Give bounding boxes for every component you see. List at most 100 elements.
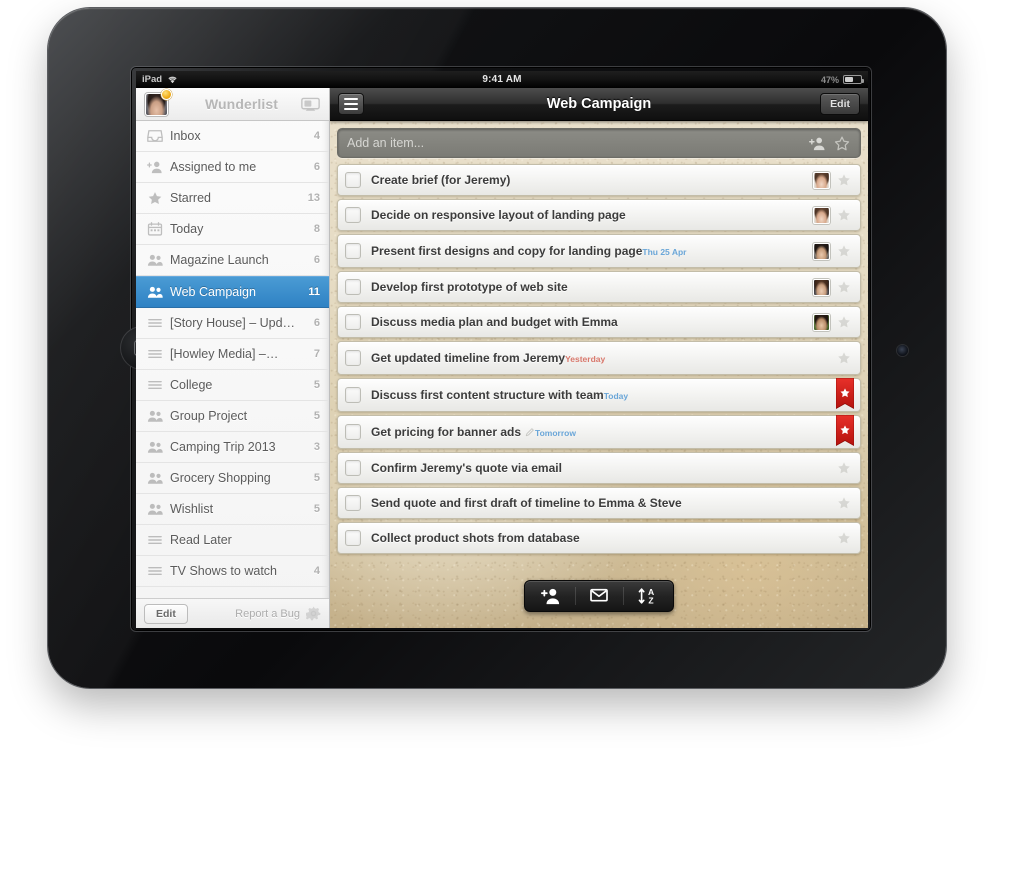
email-list-button[interactable]: [575, 584, 623, 608]
task-assignee-avatar[interactable]: [813, 171, 830, 189]
add-person-icon[interactable]: [809, 136, 826, 151]
task-checkbox[interactable]: [345, 314, 361, 330]
task-title: Get pricing for banner ads: [371, 425, 535, 439]
app-root: Wunderlist Inbox 4 Assigned to me 6 Starred 1…: [136, 88, 868, 628]
add-item-input[interactable]: [347, 136, 801, 150]
task-body: Create brief (for Jeremy): [371, 171, 813, 189]
sidebar-item-count: 8: [313, 223, 320, 235]
sort-button[interactable]: A Z: [623, 584, 671, 608]
share-list-button[interactable]: [527, 584, 575, 608]
edit-button[interactable]: Edit: [820, 93, 860, 115]
star-icon[interactable]: [837, 315, 851, 329]
task-title: Create brief (for Jeremy): [371, 173, 510, 187]
sidebar-item-count: 7: [313, 348, 320, 360]
task-row[interactable]: Develop first prototype of web site: [337, 271, 861, 303]
task-checkbox[interactable]: [345, 530, 361, 546]
sidebar-item-read-later[interactable]: Read Later: [136, 525, 329, 556]
main-panel: Web Campaign Edit Add an item... Create …: [330, 88, 868, 628]
sidebar-item-camping-trip-2013[interactable]: Camping Trip 2013 3: [136, 432, 329, 463]
star-icon[interactable]: [837, 280, 851, 294]
sidebar-item-count: 13: [307, 192, 320, 204]
task-row[interactable]: Present first designs and copy for landi…: [337, 234, 861, 268]
star-icon[interactable]: [837, 208, 851, 222]
sidebar-item-magazine-launch[interactable]: Magazine Launch 6: [136, 245, 329, 276]
sidebar-item-grocery-shopping[interactable]: Grocery Shopping 5: [136, 463, 329, 494]
star-icon[interactable]: [837, 496, 851, 510]
task-assignee-avatar[interactable]: [813, 278, 830, 296]
sidebar-item-college[interactable]: College 5: [136, 370, 329, 401]
task-row[interactable]: Discuss first content structure with tea…: [337, 377, 861, 414]
people-icon: [147, 253, 163, 267]
task-star-ribbon[interactable]: [835, 414, 855, 451]
star-icon: [147, 191, 163, 205]
task-title: Discuss media plan and budget with Emma: [371, 315, 618, 329]
sidebar-item-label: Assigned to me: [170, 160, 257, 174]
sidebar-edit-button[interactable]: Edit: [144, 603, 188, 624]
task-title-text: Get updated timeline from Jeremy: [371, 351, 566, 366]
star-icon[interactable]: [834, 135, 851, 151]
task-assignee-avatar[interactable]: [813, 242, 830, 260]
people-icon: [147, 409, 163, 423]
task-row[interactable]: Get updated timeline from JeremyYesterda…: [337, 341, 861, 375]
task-row[interactable]: Create brief (for Jeremy): [337, 164, 861, 196]
task-title-text: Decide on responsive layout of landing p…: [371, 208, 626, 223]
task-checkbox[interactable]: [345, 387, 361, 403]
task-checkbox[interactable]: [345, 279, 361, 295]
sidebar-item-label: Web Campaign: [170, 285, 256, 299]
task-row[interactable]: Discuss media plan and budget with Emma: [337, 306, 861, 338]
sidebar-item-count: 4: [313, 565, 320, 577]
task-title: Present first designs and copy for landi…: [371, 244, 642, 258]
task-row[interactable]: Send quote and first draft of timeline t…: [337, 487, 861, 519]
calendar-icon: [147, 222, 163, 236]
sidebar-item-group-project[interactable]: Group Project 5: [136, 401, 329, 432]
sidebar-item-story-house-upd[interactable]: [Story House] – Upd… 6: [136, 308, 329, 339]
hamburger-menu-icon[interactable]: [338, 93, 364, 115]
task-checkbox[interactable]: [345, 243, 361, 259]
sidebar-item-label: Wishlist: [170, 502, 214, 516]
sidebar-item-label: [Story House] – Upd…: [170, 316, 296, 330]
sidebar-item-starred[interactable]: Starred 13: [136, 183, 329, 214]
list-icon: [147, 378, 163, 392]
task-title-text: Discuss first content structure with tea…: [371, 388, 604, 403]
sidebar-item-today[interactable]: Today 8: [136, 214, 329, 245]
task-title-text: Develop first prototype of web site: [371, 280, 568, 295]
task-star-ribbon[interactable]: [835, 377, 855, 414]
task-body: Discuss first content structure with tea…: [371, 386, 860, 404]
task-checkbox[interactable]: [345, 495, 361, 511]
sidebar-item-inbox[interactable]: Inbox 4: [136, 121, 329, 152]
task-row[interactable]: Collect product shots from database: [337, 522, 861, 554]
sidebar-item-assigned-to-me[interactable]: Assigned to me 6: [136, 152, 329, 183]
task-assignee-avatar[interactable]: [813, 206, 830, 224]
star-icon[interactable]: [837, 173, 851, 187]
star-icon[interactable]: [837, 531, 851, 545]
task-checkbox[interactable]: [345, 172, 361, 188]
task-title: Develop first prototype of web site: [371, 280, 568, 294]
task-checkbox[interactable]: [345, 207, 361, 223]
display-icon[interactable]: [301, 97, 320, 111]
sidebar-footer: Edit Report a Bug: [136, 598, 329, 628]
gear-icon[interactable]: [303, 606, 321, 621]
add-item-bar[interactable]: [337, 128, 861, 158]
sidebar-item-tv-shows-to-watch[interactable]: TV Shows to watch 4: [136, 556, 329, 587]
status-bar: iPad 9:41 AM 47%: [136, 71, 868, 88]
sidebar-item-howley-media[interactable]: [Howley Media] –… 7: [136, 339, 329, 370]
task-row[interactable]: Get pricing for banner ads Tomorrow: [337, 414, 861, 451]
task-row[interactable]: Confirm Jeremy's quote via email: [337, 452, 861, 484]
report-a-bug-link[interactable]: Report a Bug: [235, 608, 300, 620]
mail-icon: [589, 587, 609, 605]
task-title: Discuss first content structure with tea…: [371, 388, 604, 402]
task-assignee-avatar[interactable]: [813, 313, 830, 331]
sidebar-item-wishlist[interactable]: Wishlist 5: [136, 494, 329, 525]
star-icon[interactable]: [837, 351, 851, 365]
task-checkbox[interactable]: [345, 424, 361, 440]
sidebar-item-count: 5: [313, 410, 320, 422]
task-checkbox[interactable]: [345, 350, 361, 366]
task-checkbox[interactable]: [345, 460, 361, 476]
sidebar-item-web-campaign[interactable]: Web Campaign 11: [136, 276, 329, 308]
star-icon[interactable]: [837, 244, 851, 258]
sidebar-item-label: Read Later: [170, 533, 232, 547]
star-icon[interactable]: [837, 461, 851, 475]
avatar[interactable]: [145, 88, 172, 116]
sidebar-item-label: Camping Trip 2013: [170, 440, 276, 454]
task-row[interactable]: Decide on responsive layout of landing p…: [337, 199, 861, 231]
